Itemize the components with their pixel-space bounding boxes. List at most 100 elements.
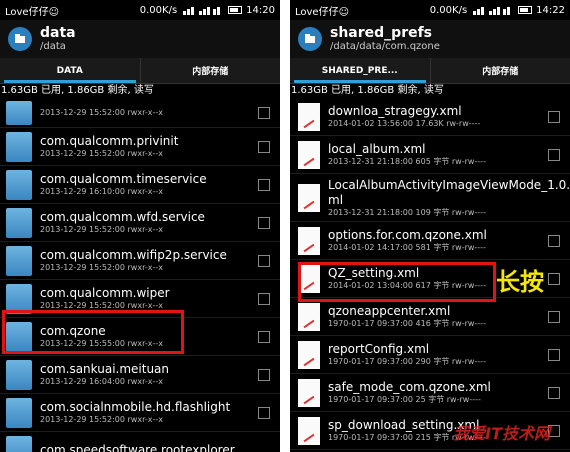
item-checkbox[interactable] xyxy=(548,110,560,123)
xml-file-icon xyxy=(298,302,320,331)
folder-icon xyxy=(6,397,32,428)
item-name: com.socialnmobile.hd.flashlight xyxy=(40,400,231,414)
folder-icon xyxy=(6,435,32,452)
item-name: com.qualcomm.wifip2p.service xyxy=(40,248,227,262)
root-explorer-icon[interactable] xyxy=(298,27,322,51)
item-checkbox[interactable] xyxy=(548,348,560,361)
item-name-wrap: ml xyxy=(328,192,344,207)
item-meta: 2013-12-29 15:52:00 rwxr-x--x xyxy=(40,263,163,272)
item-name: downloa_stragegy.xml xyxy=(328,104,462,118)
tab-bar: DATA 内部存储 xyxy=(0,58,280,84)
clock: 14:22 xyxy=(536,4,565,16)
title-bar: data /data xyxy=(0,20,280,58)
item-checkbox[interactable] xyxy=(258,406,270,419)
item-meta: 2013-12-31 21:18:00 109 字节 rw-rw---- xyxy=(328,207,486,217)
clock: 14:20 xyxy=(246,4,275,16)
watermark: 我爱IT技术网 xyxy=(453,424,550,443)
network-speed: 0.00K/s xyxy=(429,4,468,16)
tab-bar: SHARED_PRE... 内部存储 xyxy=(290,58,570,84)
item-checkbox[interactable] xyxy=(548,272,560,285)
list-item[interactable]: com.qualcomm.timeservice 2013-12-29 16:10… xyxy=(0,166,280,204)
list-item[interactable]: reportConfig.xml 1970-01-17 09:37:00 290 … xyxy=(290,336,570,374)
list-item[interactable]: safe_mode_com.qzone.xml 1970-01-17 09:37:… xyxy=(290,374,570,412)
folder-title: data xyxy=(40,25,76,41)
folder-icon xyxy=(6,283,32,314)
xml-file-icon xyxy=(298,416,320,445)
item-meta: 2013-12-29 15:52:00 rwxr-x--x xyxy=(40,107,163,117)
list-item[interactable]: qzoneappcenter.xml 1970-01-17 09:37:00 41… xyxy=(290,298,570,336)
item-checkbox[interactable] xyxy=(258,178,270,191)
item-name: safe_mode_com.qzone.xml xyxy=(328,380,491,394)
item-checkbox[interactable] xyxy=(258,140,270,153)
tab-data[interactable]: DATA xyxy=(0,58,140,83)
battery-icon xyxy=(228,6,243,14)
xml-file-icon xyxy=(298,102,320,131)
item-name: qzoneappcenter.xml xyxy=(328,304,451,318)
list-item[interactable]: options.for.com.qzone.xml 2014-01-02 14:1… xyxy=(290,222,570,260)
xml-file-icon xyxy=(298,340,320,369)
folder-icon xyxy=(6,321,32,352)
list-item[interactable]: com.qualcomm.wiper 2013-12-29 15:52:00 rw… xyxy=(0,280,280,318)
item-name: options.for.com.qzone.xml xyxy=(328,228,487,242)
item-meta: 2013-12-29 15:52:00 rwxr-x--x xyxy=(40,149,163,158)
item-checkbox[interactable] xyxy=(258,254,270,267)
folder-path: /data/data/com.qzone xyxy=(330,41,440,52)
item-checkbox[interactable] xyxy=(258,292,270,305)
long-press-annotation: 长按 xyxy=(496,268,544,296)
item-meta: 2013-12-29 15:52:00 rwxr-x--x xyxy=(40,225,163,234)
item-meta: 1970-01-17 09:37:00 416 字节 rw-rw---- xyxy=(328,319,486,328)
list-item[interactable]: downloa_stragegy.xml 2014-01-02 13:56:00 … xyxy=(290,98,570,136)
battery-icon xyxy=(518,6,533,14)
list-item[interactable]: LocalAlbumActivityImageViewMode_1.0.x ml… xyxy=(290,174,570,222)
xml-file-icon xyxy=(298,264,320,293)
item-checkbox[interactable] xyxy=(258,106,270,119)
item-name: com.sankuai.meituan xyxy=(40,362,170,376)
list-item[interactable]: local_album.xml 2013-12-31 21:18:00 605 字… xyxy=(290,136,570,174)
list-item[interactable]: com.speedsoftware.rootexplorer xyxy=(0,432,280,452)
tab-shared-prefs[interactable]: SHARED_PRE... xyxy=(290,58,430,83)
xml-file-icon xyxy=(298,183,320,212)
tab-internal-storage[interactable]: 内部存储 xyxy=(429,58,570,83)
list-item[interactable]: com.sankuai.meituan 2013-12-29 16:04:00 r… xyxy=(0,356,280,394)
list-item[interactable]: com.qualcomm.privinit 2013-12-29 15:52:00… xyxy=(0,128,280,166)
item-name: LocalAlbumActivityImageViewMode_1.0.x xyxy=(328,177,570,192)
tab-internal-storage[interactable]: 内部存储 xyxy=(139,58,281,83)
item-checkbox[interactable] xyxy=(548,148,560,161)
folder-icon xyxy=(6,131,32,162)
item-checkbox[interactable] xyxy=(258,330,270,343)
signal-icons xyxy=(473,6,511,15)
carrier-name: Love仔仔☺ xyxy=(295,6,350,18)
file-list: 2013-12-29 15:52:00 rwxr-x--x com.qualco… xyxy=(0,98,280,452)
list-item[interactable]: com.qualcomm.wfd.service 2013-12-29 15:52… xyxy=(0,204,280,242)
item-checkbox[interactable] xyxy=(258,216,270,229)
item-meta: 2014-01-02 13:56:00 17.63K rw-rw---- xyxy=(328,119,481,128)
list-item[interactable]: 2013-12-29 15:52:00 rwxr-x--x xyxy=(0,98,280,128)
root-explorer-icon[interactable] xyxy=(8,27,32,51)
folder-icon xyxy=(6,245,32,276)
item-checkbox[interactable] xyxy=(548,386,560,399)
carrier-name: Love仔仔☺ xyxy=(5,6,60,18)
list-item-qzone[interactable]: com.qzone 2013-12-29 15:55:00 rwxr-x--x xyxy=(0,318,280,356)
item-checkbox[interactable] xyxy=(258,368,270,381)
item-name: reportConfig.xml xyxy=(328,342,430,356)
list-item[interactable]: com.socialnmobile.hd.flashlight 2013-12-2… xyxy=(0,394,280,432)
xml-file-icon xyxy=(298,378,320,407)
item-checkbox[interactable] xyxy=(548,234,560,247)
item-checkbox[interactable] xyxy=(548,310,560,323)
item-name: com.speedsoftware.rootexplorer xyxy=(40,443,235,452)
folder-icon xyxy=(6,169,32,200)
item-meta: 2014-01-02 14:17:00 581 字节 rw-rw---- xyxy=(328,243,486,252)
item-name: com.qualcomm.wfd.service xyxy=(40,210,205,224)
item-name: com.qualcomm.privinit xyxy=(40,134,179,148)
item-meta: 1970-01-17 09:37:00 290 字节 rw-rw---- xyxy=(328,357,486,366)
xml-file-icon xyxy=(298,140,320,169)
signal-icons xyxy=(183,6,221,15)
left-screenshot: Love仔仔☺ 0.00K/s 14:20 data /data DATA 内部… xyxy=(0,0,280,452)
item-meta: 2013-12-29 15:52:00 rwxr-x--x xyxy=(40,301,163,310)
item-meta: 2013-12-29 15:52:00 rwxr-x--x xyxy=(40,415,163,424)
item-name: com.qualcomm.wiper xyxy=(40,286,170,300)
folder-path: /data xyxy=(40,41,66,52)
list-item[interactable]: com.qualcomm.wifip2p.service 2013-12-29 1… xyxy=(0,242,280,280)
item-meta: 2013-12-29 16:10:00 rwxr-x--x xyxy=(40,187,163,196)
folder-icon xyxy=(6,100,32,125)
